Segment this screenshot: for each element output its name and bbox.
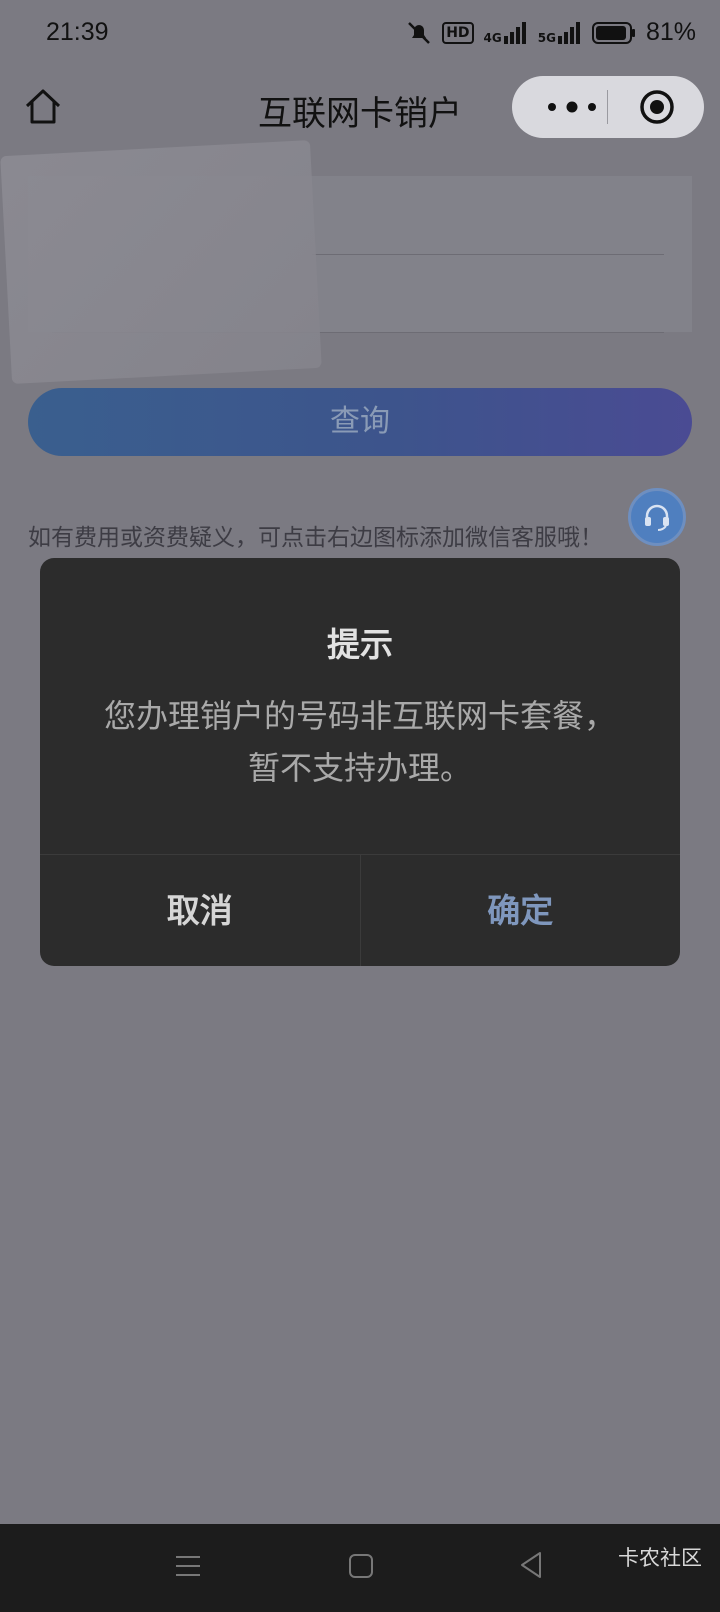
alert-dialog: 提示 您办理销户的号码非互联网卡套餐， 暂不支持办理。 取消 确定 (40, 558, 680, 966)
watermark: 卡农社区 (618, 1546, 702, 1570)
network-5g-indicator: 5G (538, 21, 582, 44)
input-underline (312, 254, 664, 255)
confirm-button[interactable]: 确定 (361, 855, 681, 966)
dialog-message: 您办理销户的号码非互联网卡套餐， 暂不支持办理。 (80, 690, 640, 794)
battery-icon (591, 21, 635, 44)
home-nav-icon[interactable] (348, 1552, 374, 1580)
dialog-actions: 取消 确定 (40, 854, 680, 966)
dialog-message-line: 您办理销户的号码非互联网卡套餐， (103, 697, 616, 735)
headset-icon (645, 504, 669, 531)
dialog-message-line: 暂不支持办理。 (247, 749, 472, 787)
hd-badge: HD (442, 21, 474, 44)
status-bar: 21:39 HD 4G 5G 81% (0, 0, 720, 66)
redacted-area (0, 140, 322, 384)
dialog-title: 提示 (327, 625, 393, 664)
system-nav-bar (0, 1524, 720, 1612)
more-options-icon[interactable] (542, 94, 602, 120)
battery-percent: 81% (645, 18, 696, 46)
bell-muted-icon (408, 21, 431, 44)
network-4g-indicator: 4G (484, 21, 528, 44)
status-time: 21:39 (46, 18, 109, 46)
help-hint: 如有费用或资费疑义，可点击右边图标添加微信客服哦！ (28, 525, 603, 551)
customer-service-button[interactable] (628, 488, 686, 546)
miniprogram-capsule (512, 76, 704, 138)
recent-apps-icon[interactable] (174, 1552, 202, 1580)
status-icons: HD 4G 5G 81% (406, 18, 696, 47)
cancel-button[interactable]: 取消 (40, 855, 361, 966)
nav-bar: 互联网卡销户 (0, 66, 720, 150)
close-miniprogram-icon[interactable] (639, 89, 675, 125)
capsule-divider (607, 90, 608, 124)
query-button[interactable]: 查询 (28, 388, 692, 456)
signal-bars-icon (557, 21, 580, 44)
back-nav-icon[interactable] (518, 1550, 544, 1580)
signal-bars-icon (503, 21, 526, 44)
